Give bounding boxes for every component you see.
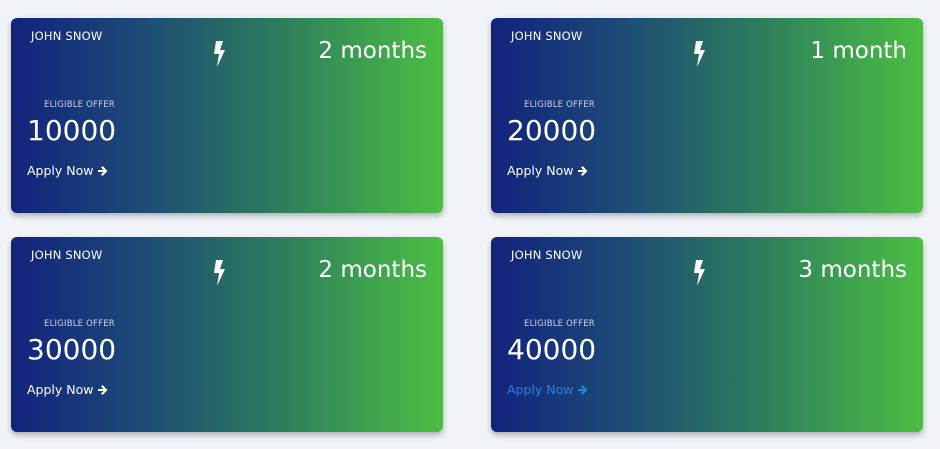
bolt-icon <box>692 260 708 286</box>
eligible-offer-label: ELIGIBLE OFFER <box>524 100 595 110</box>
offer-duration: 1 month <box>810 38 907 64</box>
bolt-icon <box>212 260 228 286</box>
bolt-icon <box>212 41 228 67</box>
card-holder-name: JOHN SNOW <box>511 248 583 262</box>
card-holder-name: JOHN SNOW <box>31 248 103 262</box>
offer-amount: 40000 <box>507 333 597 366</box>
offer-card: JOHN SNOW 2 months ELIGIBLE OFFER 30000 … <box>11 237 443 432</box>
eligible-offer-label: ELIGIBLE OFFER <box>44 319 115 329</box>
offer-cards-grid: JOHN SNOW 2 months ELIGIBLE OFFER 10000 … <box>0 0 940 449</box>
offer-duration: 2 months <box>318 38 427 64</box>
eligible-offer-label: ELIGIBLE OFFER <box>44 100 115 110</box>
offer-amount: 20000 <box>507 114 597 147</box>
offer-card: JOHN SNOW 2 months ELIGIBLE OFFER 10000 … <box>11 18 443 213</box>
arrow-right-icon <box>97 165 109 177</box>
apply-now-label: Apply Now <box>507 382 574 397</box>
apply-now-label: Apply Now <box>507 163 574 178</box>
offer-duration: 3 months <box>798 257 907 283</box>
apply-now-link[interactable]: Apply Now <box>507 382 589 397</box>
apply-now-label: Apply Now <box>27 382 94 397</box>
arrow-right-icon <box>577 384 589 396</box>
offer-card: JOHN SNOW 1 month ELIGIBLE OFFER 20000 A… <box>491 18 923 213</box>
offer-amount: 30000 <box>27 333 117 366</box>
card-holder-name: JOHN SNOW <box>31 29 103 43</box>
apply-now-label: Apply Now <box>27 163 94 178</box>
offer-duration: 2 months <box>318 257 427 283</box>
apply-now-link[interactable]: Apply Now <box>27 382 109 397</box>
card-holder-name: JOHN SNOW <box>511 29 583 43</box>
offer-card: JOHN SNOW 3 months ELIGIBLE OFFER 40000 … <box>491 237 923 432</box>
arrow-right-icon <box>577 165 589 177</box>
bolt-icon <box>692 41 708 67</box>
apply-now-link[interactable]: Apply Now <box>27 163 109 178</box>
arrow-right-icon <box>97 384 109 396</box>
offer-amount: 10000 <box>27 114 117 147</box>
apply-now-link[interactable]: Apply Now <box>507 163 589 178</box>
eligible-offer-label: ELIGIBLE OFFER <box>524 319 595 329</box>
